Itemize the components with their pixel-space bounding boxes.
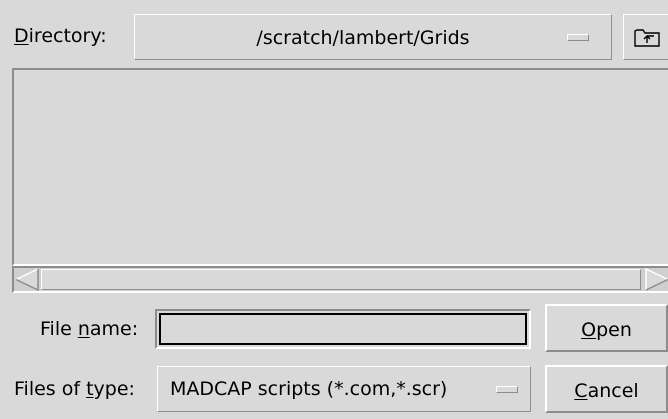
dropdown-indicator-icon <box>496 386 518 393</box>
file-list[interactable] <box>12 68 668 266</box>
file-name-label: File name: <box>40 318 139 340</box>
files-of-type-menubutton[interactable]: MADCAP scripts (*.com,*.scr) <box>157 366 531 412</box>
cancel-button-label: Cancel <box>574 380 639 402</box>
scrollbar-thumb[interactable] <box>41 269 641 290</box>
directory-menubutton[interactable]: /scratch/lambert/Grids <box>134 14 612 60</box>
files-of-type-label: Files of type: <box>14 378 135 400</box>
dropdown-indicator-icon <box>567 34 589 41</box>
cancel-button[interactable]: Cancel <box>545 365 668 413</box>
directory-path: /scratch/lambert/Grids <box>256 27 470 49</box>
scroll-left-arrow-icon[interactable] <box>14 268 40 291</box>
file-name-value <box>161 315 525 327</box>
folder-up-button[interactable] <box>623 14 668 60</box>
files-of-type-value: MADCAP scripts (*.com,*.scr) <box>170 378 448 400</box>
horizontal-scrollbar[interactable] <box>12 266 668 293</box>
folder-up-icon <box>634 29 660 47</box>
open-button-label: Open <box>581 319 632 341</box>
directory-label: Directory: <box>14 25 107 47</box>
file-name-input[interactable] <box>155 309 531 349</box>
open-button[interactable]: Open <box>545 304 668 352</box>
scroll-right-arrow-icon[interactable] <box>644 268 668 291</box>
